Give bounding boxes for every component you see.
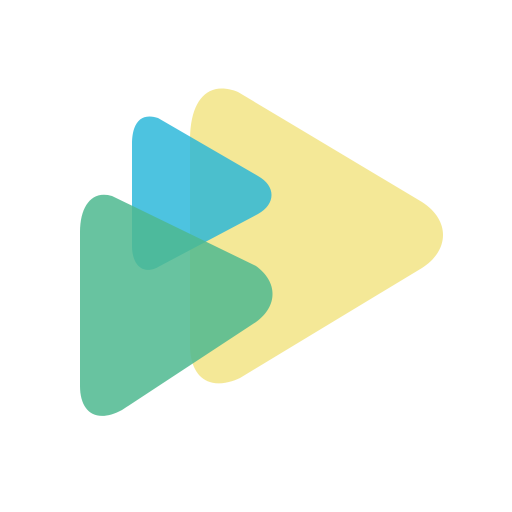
play-triangles-logo-icon [80, 88, 443, 416]
logo-canvas [0, 0, 512, 512]
